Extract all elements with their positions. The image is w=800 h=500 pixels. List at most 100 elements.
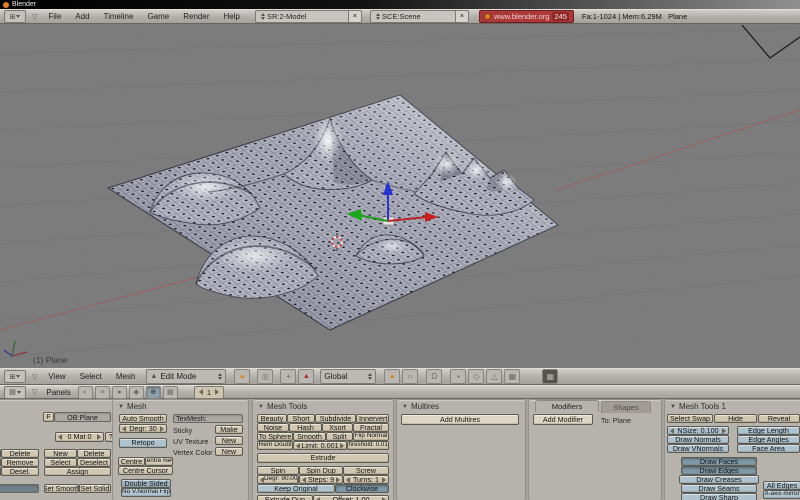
material-fake-user-button[interactable]: F bbox=[43, 412, 54, 422]
extrude-button[interactable]: Extrude bbox=[257, 453, 389, 463]
material-index-stepper[interactable]: 0 Mat 0 bbox=[55, 432, 104, 442]
keep-original-toggle[interactable]: Keep Original bbox=[257, 484, 335, 493]
orientation-dropdown[interactable]: Global bbox=[320, 369, 376, 384]
sticky-make-button[interactable]: Make bbox=[215, 425, 243, 434]
short-toggle[interactable]: Short bbox=[287, 414, 315, 423]
spin-degr-field[interactable]: Degr: 90.00 bbox=[257, 475, 299, 484]
degr-field[interactable]: Degr: 30 bbox=[119, 424, 167, 433]
face-select-toggle[interactable]: △ bbox=[486, 369, 502, 384]
terrain-mesh[interactable] bbox=[108, 95, 558, 330]
vgroup-delete-button[interactable]: Delete bbox=[1, 449, 39, 458]
flip-normal-button[interactable]: Flip Normal bbox=[353, 432, 389, 441]
menu-mesh[interactable]: Mesh bbox=[109, 370, 143, 383]
panel-header-mesh-tools-1[interactable]: ▼ Mesh Tools 1 bbox=[670, 402, 726, 411]
draw-faces-toggle[interactable]: Draw Faces bbox=[681, 457, 757, 466]
hash-button[interactable]: Hash bbox=[289, 423, 322, 432]
draw-vnormals-toggle[interactable]: Draw VNormals bbox=[667, 444, 729, 453]
draw-mode-dropdown[interactable]: ● bbox=[234, 369, 250, 384]
material-delete-button[interactable]: Delete bbox=[77, 449, 111, 458]
clockwise-toggle[interactable]: Clockwise bbox=[335, 484, 389, 493]
falloff-dropdown[interactable]: ∩ bbox=[402, 369, 418, 384]
panel-header-multires[interactable]: ▼ Multires bbox=[402, 402, 439, 411]
object-name-field[interactable]: OB:Plane bbox=[54, 412, 111, 422]
context-shading-button[interactable]: ● bbox=[112, 386, 127, 399]
panels-label[interactable]: Panels bbox=[41, 386, 75, 399]
draw-edges-toggle[interactable]: Draw Edges bbox=[681, 466, 757, 475]
context-logic-button[interactable]: ◐ bbox=[78, 386, 93, 399]
texmesh-field[interactable]: TexMesh: bbox=[173, 414, 243, 423]
window-type-button[interactable]: ⊞ bbox=[4, 10, 26, 23]
menu-select[interactable]: Select bbox=[73, 370, 109, 383]
snap-toggle[interactable]: Ω bbox=[426, 369, 442, 384]
stepper-right-icon[interactable] bbox=[382, 497, 386, 500]
spin-dup-button[interactable]: Spin Dup bbox=[299, 466, 343, 475]
context-scene-button[interactable]: ▦ bbox=[163, 386, 178, 399]
occlude-toggle[interactable]: ▦ bbox=[504, 369, 520, 384]
subdivide-button[interactable]: Subdivide bbox=[315, 414, 356, 423]
panel-collapse-icon[interactable]: ▼ bbox=[118, 404, 124, 410]
turns-field[interactable]: Turns: 1 bbox=[343, 475, 389, 484]
header-collapse-icon[interactable]: ▽ bbox=[28, 373, 41, 381]
threshold-field[interactable]: Threshold: 0.010 bbox=[347, 441, 389, 450]
stepper-left-icon[interactable] bbox=[670, 428, 674, 434]
manipulator-toggle[interactable]: + bbox=[280, 369, 296, 384]
header-collapse-icon[interactable]: ▽ bbox=[28, 388, 41, 396]
screen-selector[interactable]: SR:2-Model bbox=[255, 10, 349, 23]
menu-render[interactable]: Render bbox=[176, 10, 216, 23]
screen-close-button[interactable]: × bbox=[349, 10, 362, 23]
context-script-button[interactable]: ≡ bbox=[95, 386, 110, 399]
material-select-button[interactable]: Select bbox=[44, 458, 77, 467]
stepper-right-icon[interactable] bbox=[722, 428, 726, 434]
tab-modifiers[interactable]: Modifiers bbox=[535, 400, 599, 412]
vgroup-name-field[interactable] bbox=[0, 484, 39, 493]
x-axis-mirror-toggle[interactable]: X-axis mirror bbox=[763, 490, 800, 499]
centre-new-button[interactable]: Centre New bbox=[145, 457, 173, 466]
noise-button[interactable]: Noise bbox=[257, 423, 289, 432]
vgroup-remove-button[interactable]: Remove bbox=[1, 458, 39, 467]
limit-field[interactable]: Limit: 0.001 bbox=[293, 441, 347, 450]
render-preview-button[interactable]: ▦ bbox=[542, 369, 558, 384]
proportional-edit-dropdown[interactable]: ● bbox=[384, 369, 400, 384]
stepper-right-icon[interactable] bbox=[97, 434, 101, 440]
hide-button[interactable]: Hide bbox=[714, 414, 757, 423]
vertex-color-new-button[interactable]: New bbox=[215, 447, 243, 456]
menu-help[interactable]: Help bbox=[217, 10, 247, 23]
innervert-dropdown[interactable]: Innervert bbox=[356, 414, 389, 423]
scene-selector[interactable]: SCE:Scene bbox=[370, 10, 456, 23]
stepper-left-icon[interactable] bbox=[122, 426, 126, 432]
screw-button[interactable]: Screw bbox=[343, 466, 389, 475]
add-multires-button[interactable]: Add Multires bbox=[401, 414, 519, 425]
3d-viewport[interactable]: (1) Plane bbox=[0, 24, 800, 368]
panel-header-mesh-tools[interactable]: ▼ Mesh Tools bbox=[258, 402, 307, 411]
panel-collapse-icon[interactable]: ▼ bbox=[670, 404, 676, 410]
mode-dropdown[interactable]: ▲ Edit Mode bbox=[146, 369, 226, 384]
add-modifier-button[interactable]: Add Modifier bbox=[533, 414, 593, 425]
context-object-button[interactable]: ◆ bbox=[129, 386, 144, 399]
set-solid-button[interactable]: Set Solid bbox=[79, 484, 111, 493]
material-new-button[interactable]: New bbox=[44, 449, 77, 458]
split-button[interactable]: Split bbox=[326, 432, 353, 441]
all-edges-toggle[interactable]: All Edges bbox=[763, 481, 800, 490]
menu-file[interactable]: File bbox=[41, 10, 68, 23]
stepper-left-icon[interactable] bbox=[316, 497, 320, 500]
centre-cursor-button[interactable]: Centre Cursor bbox=[118, 466, 173, 475]
vertex-select-toggle[interactable]: ▪ bbox=[450, 369, 466, 384]
tab-shapes[interactable]: Shapes bbox=[601, 401, 651, 413]
rem-doubles-button[interactable]: Rem Doubl bbox=[257, 441, 293, 450]
stepper-right-icon[interactable] bbox=[336, 477, 340, 483]
panel-header-mesh[interactable]: ▼ Mesh bbox=[118, 402, 147, 411]
double-sided-toggle[interactable]: Double Sided bbox=[121, 479, 171, 488]
uv-texture-new-button[interactable]: New bbox=[215, 436, 243, 445]
stepper-right-icon[interactable] bbox=[382, 477, 386, 483]
stepper-left-icon[interactable] bbox=[302, 477, 306, 483]
extrude-dup-button[interactable]: Extrude Dup bbox=[257, 495, 313, 500]
page-prev-icon[interactable] bbox=[199, 389, 203, 395]
menu-add[interactable]: Add bbox=[68, 10, 96, 23]
beauty-toggle[interactable]: Beauty bbox=[257, 414, 287, 423]
to-sphere-button[interactable]: To Sphere bbox=[257, 432, 293, 441]
stepper-right-icon[interactable] bbox=[340, 443, 344, 449]
nsize-field[interactable]: NSize: 0.100 bbox=[667, 426, 729, 435]
stepper-left-icon[interactable] bbox=[296, 443, 300, 449]
draw-seams-toggle[interactable]: Draw Seams bbox=[681, 484, 757, 493]
panel-collapse-icon[interactable]: ▼ bbox=[402, 404, 408, 410]
